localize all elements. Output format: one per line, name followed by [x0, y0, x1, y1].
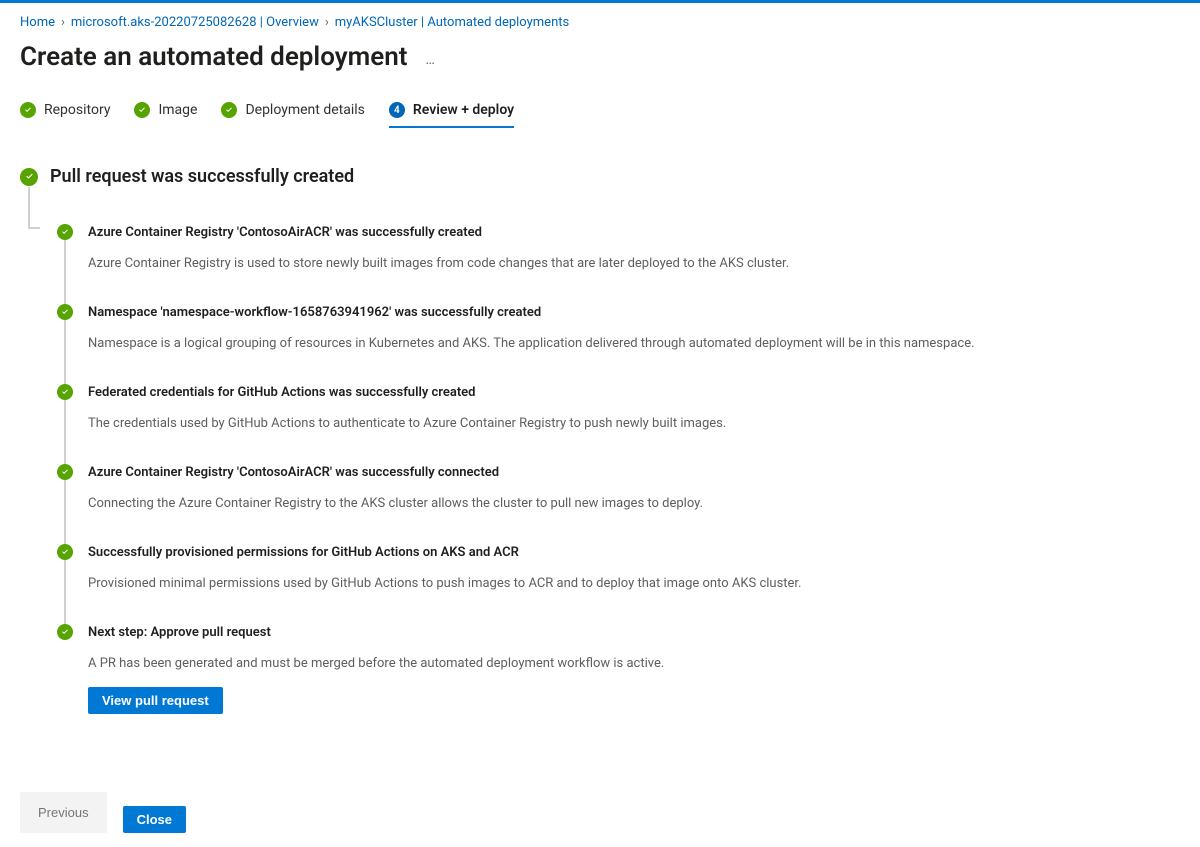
- timeline-item: Azure Container Registry 'ContosoAirACR'…: [64, 465, 1180, 545]
- timeline-item-title: Next step: Approve pull request: [88, 625, 1180, 641]
- timeline-item-desc: Provisioned minimal permissions used by …: [88, 575, 1180, 593]
- step-label: Repository: [44, 102, 110, 118]
- step-label: Deployment details: [245, 102, 364, 118]
- timeline-item: Federated credentials for GitHub Actions…: [64, 385, 1180, 465]
- checkmark-icon: [57, 624, 73, 640]
- page-root: Home › microsoft.aks-20220725082628 | Ov…: [0, 0, 1200, 847]
- checkmark-icon: [221, 102, 237, 118]
- step-label: Image: [158, 102, 197, 118]
- deployment-timeline: Azure Container Registry 'ContosoAirACR'…: [28, 187, 1180, 746]
- timeline-item-next-step: Next step: Approve pull request A PR has…: [64, 625, 1180, 746]
- breadcrumb-link-resource[interactable]: microsoft.aks-20220725082628 | Overview: [71, 15, 319, 30]
- checkmark-icon: [20, 102, 36, 118]
- timeline-item-desc: Azure Container Registry is used to stor…: [88, 255, 1180, 273]
- previous-button[interactable]: Previous: [20, 792, 107, 833]
- timeline-item-title: Federated credentials for GitHub Actions…: [88, 385, 1180, 401]
- step-number-icon: 4: [389, 102, 405, 118]
- chevron-right-icon: ›: [325, 15, 329, 30]
- step-review-deploy[interactable]: 4 Review + deploy: [389, 98, 514, 128]
- checkmark-icon: [57, 464, 73, 480]
- timeline-item: Azure Container Registry 'ContosoAirACR'…: [64, 225, 1180, 305]
- title-row: Create an automated deployment …: [20, 42, 1180, 98]
- timeline-item-desc: Namespace is a logical grouping of resou…: [88, 335, 1180, 353]
- checkmark-icon: [57, 224, 73, 240]
- view-pull-request-button[interactable]: View pull request: [88, 687, 223, 714]
- step-image[interactable]: Image: [134, 98, 197, 128]
- breadcrumb-link-home[interactable]: Home: [20, 15, 55, 30]
- checkmark-icon: [20, 168, 38, 186]
- checkmark-icon: [57, 544, 73, 560]
- checkmark-icon: [57, 304, 73, 320]
- checkmark-icon: [57, 384, 73, 400]
- step-deployment-details[interactable]: Deployment details: [221, 98, 364, 128]
- timeline-item-title: Azure Container Registry 'ContosoAirACR'…: [88, 465, 1180, 481]
- timeline-item-desc: A PR has been generated and must be merg…: [88, 655, 1180, 673]
- timeline-item-title: Azure Container Registry 'ContosoAirACR'…: [88, 225, 1180, 241]
- timeline-item: Namespace 'namespace-workflow-1658763941…: [64, 305, 1180, 385]
- timeline-item-title: Successfully provisioned permissions for…: [88, 545, 1180, 561]
- timeline-item: Successfully provisioned permissions for…: [64, 545, 1180, 625]
- footer-actions: Previous Close: [20, 792, 186, 833]
- step-repository[interactable]: Repository: [20, 98, 110, 128]
- chevron-right-icon: ›: [61, 15, 65, 30]
- more-actions-icon[interactable]: …: [425, 46, 436, 68]
- timeline-item-title: Namespace 'namespace-workflow-1658763941…: [88, 305, 1180, 321]
- timeline-item-desc: Connecting the Azure Container Registry …: [88, 495, 1180, 513]
- breadcrumb-link-cluster[interactable]: myAKSCluster | Automated deployments: [335, 15, 569, 30]
- checkmark-icon: [134, 102, 150, 118]
- timeline-item-desc: The credentials used by GitHub Actions t…: [88, 415, 1180, 433]
- breadcrumb: Home › microsoft.aks-20220725082628 | Ov…: [20, 13, 1180, 42]
- status-heading-text: Pull request was successfully created: [50, 166, 354, 187]
- stepper: Repository Image Deployment details 4 Re…: [20, 98, 1180, 134]
- timeline-items: Azure Container Registry 'ContosoAirACR'…: [56, 195, 1180, 746]
- page-title: Create an automated deployment: [20, 42, 407, 72]
- step-label: Review + deploy: [413, 102, 514, 118]
- close-button[interactable]: Close: [123, 806, 186, 833]
- timeline-connector: [28, 187, 40, 229]
- status-heading: Pull request was successfully created: [20, 166, 1180, 187]
